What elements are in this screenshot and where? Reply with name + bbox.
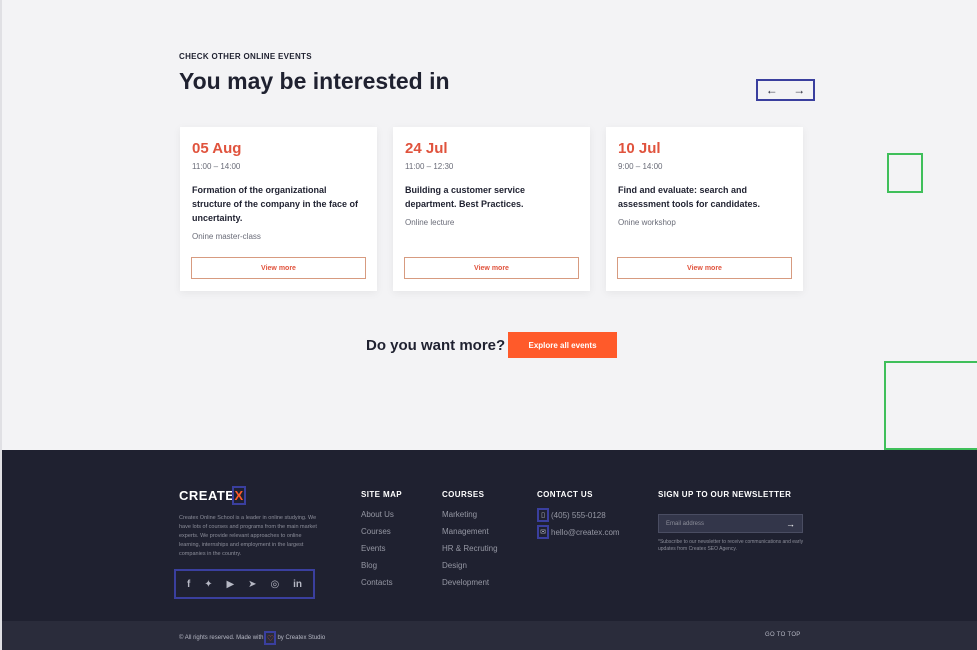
event-title: Building a customer service department. …	[405, 185, 526, 209]
contact-email[interactable]: ✉ hello@createx.com	[537, 525, 620, 539]
mail-icon: ✉	[537, 525, 549, 539]
heart-icon: ♡	[264, 631, 277, 645]
logo-x-icon: X	[232, 486, 246, 505]
event-type: Onine master-class	[192, 232, 261, 241]
copyright-prefix: © All rights reserved. Made with	[179, 635, 264, 641]
phone-icon: ▯	[537, 508, 549, 522]
arrow-left-icon[interactable]: ←	[766, 83, 778, 97]
decorative-square	[884, 361, 977, 450]
sitemap-link[interactable]: About Us	[361, 510, 394, 527]
footer-bottom-bar: © All rights reserved. Made with ♡ by Cr…	[0, 621, 977, 650]
footer: CREATEX Createx Online School is a leade…	[0, 450, 977, 621]
section-title: You may be interested in	[179, 68, 450, 94]
newsletter-note: *Subscribe to our newsletter to receive …	[658, 539, 804, 552]
event-title: Formation of the organizational structur…	[192, 185, 359, 223]
view-more-button[interactable]: View more	[404, 257, 579, 279]
events-section: CHECK OTHER ONLINE EVENTS You may be int…	[0, 0, 977, 450]
facebook-icon[interactable]: f	[187, 579, 190, 590]
decorative-square	[887, 153, 923, 193]
go-to-top-link[interactable]: GO TO TOP	[765, 632, 801, 638]
event-date: 10 Jul	[618, 140, 661, 157]
sitemap-heading: SITE MAP	[361, 490, 402, 499]
arrow-right-icon[interactable]: →	[786, 519, 795, 529]
twitter-icon[interactable]: ✦	[204, 579, 212, 590]
copyright: © All rights reserved. Made with ♡ by Cr…	[179, 631, 325, 645]
cta-question: Do you want more?	[366, 337, 506, 354]
course-link[interactable]: Design	[442, 561, 498, 578]
telegram-icon[interactable]: ➤	[248, 579, 256, 590]
instagram-icon[interactable]: ◎	[270, 579, 279, 590]
event-time: 9:00 – 14:00	[618, 162, 663, 171]
event-title: Find and evaluate: search and assessment…	[618, 185, 761, 209]
logo-text: CREATE	[179, 488, 235, 503]
linkedin-icon[interactable]: in	[293, 579, 302, 590]
email-placeholder: Email address	[666, 520, 705, 527]
courses-heading: COURSES	[442, 490, 485, 499]
event-card: 05 Aug 11:00 – 14:00 Formation of the or…	[180, 127, 377, 291]
view-more-button[interactable]: View more	[617, 257, 792, 279]
event-card: 10 Jul 9:00 – 14:00 Find and evaluate: s…	[606, 127, 803, 291]
course-link[interactable]: HR & Recruting	[442, 544, 498, 561]
event-date: 24 Jul	[405, 140, 448, 157]
about-text: Createx Online School is a leader in onl…	[179, 515, 317, 557]
createx-logo[interactable]: CREATEX	[179, 486, 246, 505]
contact-heading: CONTACT US	[537, 490, 593, 499]
contact-phone[interactable]: ▯ (405) 555-0128	[537, 508, 606, 522]
carousel-nav: ← →	[756, 79, 815, 101]
social-links: f ✦ ▶ ➤ ◎ in	[174, 569, 315, 599]
course-link[interactable]: Marketing	[442, 510, 498, 527]
copyright-suffix: by Createx Studio	[277, 635, 326, 641]
explore-events-button[interactable]: Explore all events	[508, 332, 617, 358]
sitemap-link[interactable]: Contacts	[361, 578, 394, 595]
event-card: 24 Jul 11:00 – 12:30 Building a customer…	[393, 127, 590, 291]
newsletter-heading: SIGN UP TO OUR NEWSLETTER	[658, 490, 792, 499]
newsletter-email-input[interactable]: Email address →	[658, 514, 803, 533]
event-type: Online lecture	[405, 218, 455, 227]
sitemap-link[interactable]: Courses	[361, 527, 394, 544]
event-date: 05 Aug	[192, 140, 242, 157]
sitemap-list: About Us Courses Events Blog Contacts	[361, 510, 394, 595]
view-more-button[interactable]: View more	[191, 257, 366, 279]
courses-list: Marketing Management HR & Recruting Desi…	[442, 510, 498, 595]
event-type: Onine workshop	[618, 218, 676, 227]
course-link[interactable]: Management	[442, 527, 498, 544]
section-eyebrow: CHECK OTHER ONLINE EVENTS	[179, 52, 312, 61]
email-address: hello@createx.com	[551, 527, 620, 537]
course-link[interactable]: Development	[442, 578, 498, 595]
event-time: 11:00 – 14:00	[192, 162, 241, 171]
sitemap-link[interactable]: Events	[361, 544, 394, 561]
phone-number: (405) 555-0128	[551, 510, 606, 520]
event-time: 11:00 – 12:30	[405, 162, 454, 171]
sitemap-link[interactable]: Blog	[361, 561, 394, 578]
arrow-right-icon[interactable]: →	[793, 83, 805, 97]
youtube-icon[interactable]: ▶	[227, 579, 235, 590]
